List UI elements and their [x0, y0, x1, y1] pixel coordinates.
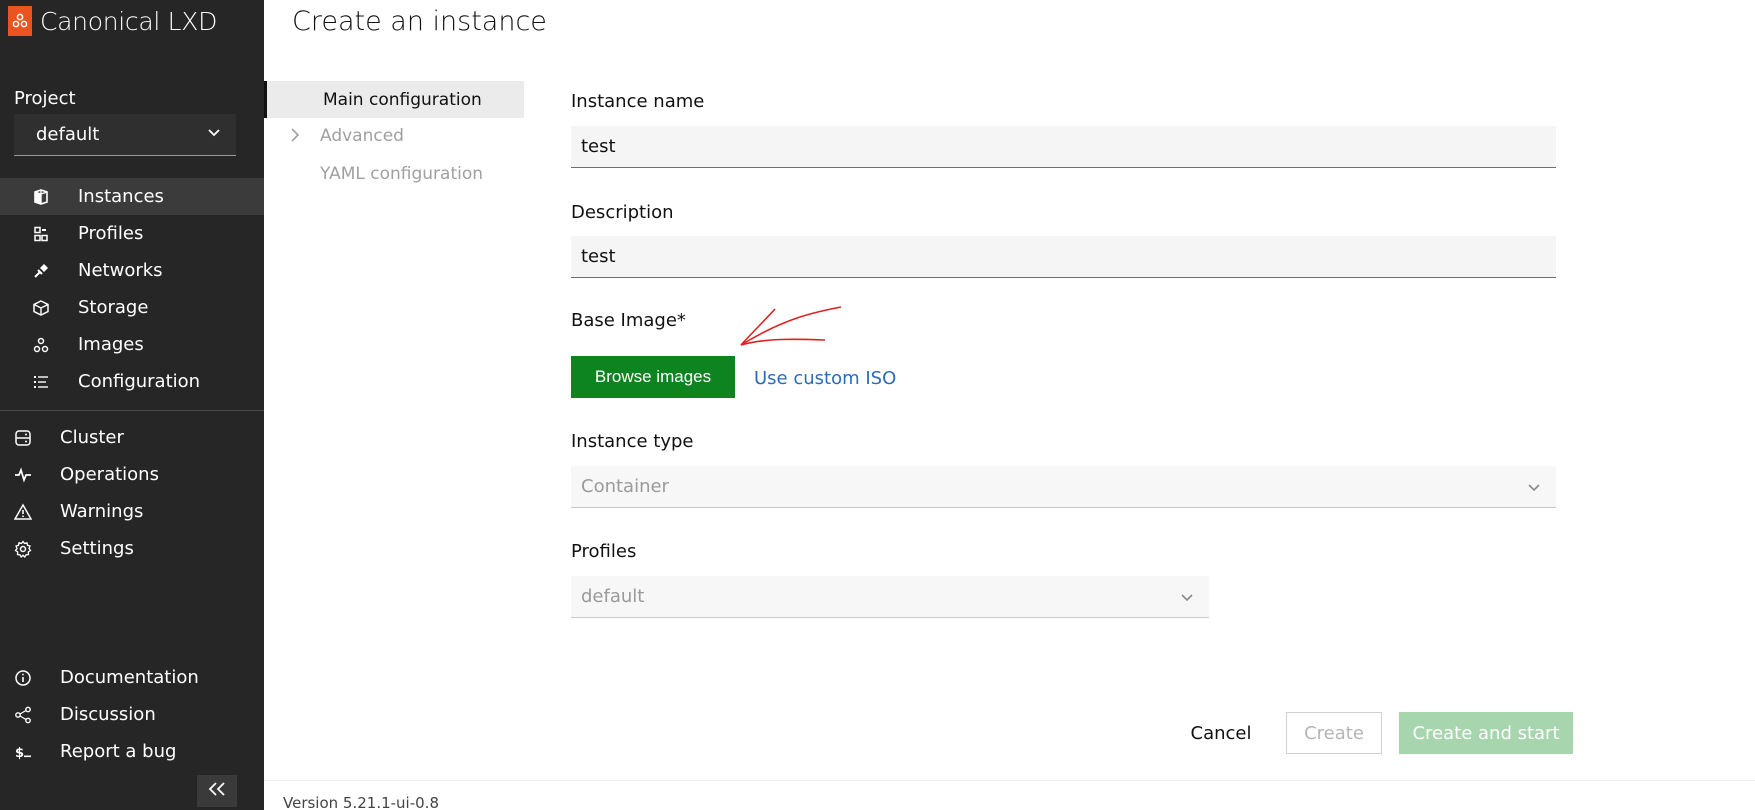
- description-label: Description: [571, 202, 674, 223]
- storage-icon: [31, 298, 51, 318]
- tab-main-configuration[interactable]: Main configuration: [264, 81, 524, 118]
- warning-icon: [13, 502, 33, 522]
- base-image-label: Base Image*: [571, 310, 686, 331]
- sidebar-item-discussion[interactable]: Discussion: [0, 696, 264, 733]
- sidebar-item-profiles[interactable]: Profiles: [0, 215, 264, 252]
- sidebar-item-cluster[interactable]: Cluster: [0, 419, 264, 456]
- instance-name-label: Instance name: [571, 91, 705, 112]
- tab-yaml-configuration[interactable]: YAML configuration: [320, 164, 483, 184]
- sidebar-item-label: Settings: [60, 538, 134, 559]
- configuration-icon: [31, 372, 51, 392]
- create-button[interactable]: Create: [1286, 712, 1382, 754]
- collapse-sidebar-button[interactable]: [197, 775, 237, 807]
- project-select-value: default: [36, 124, 100, 145]
- description-input[interactable]: test: [571, 236, 1556, 278]
- terminal-icon: $: [13, 742, 33, 762]
- sidebar-item-warnings[interactable]: Warnings: [0, 493, 264, 530]
- tab-advanced[interactable]: Advanced: [264, 118, 524, 155]
- sidebar-item-label: Warnings: [60, 501, 144, 522]
- sidebar-item-storage[interactable]: Storage: [0, 289, 264, 326]
- gear-icon: [13, 539, 33, 559]
- profiles-icon: [31, 224, 51, 244]
- sidebar-item-label: Documentation: [60, 667, 199, 688]
- footer-divider: [264, 780, 1755, 781]
- project-select[interactable]: default: [14, 114, 236, 156]
- info-icon: [13, 668, 33, 688]
- cluster-icon: [13, 428, 33, 448]
- instance-type-value: Container: [581, 476, 669, 497]
- sidebar-item-networks[interactable]: Networks: [0, 252, 264, 289]
- sidebar-item-operations[interactable]: Operations: [0, 456, 264, 493]
- app-logo[interactable]: Canonical LXD: [8, 6, 217, 36]
- operations-icon: [13, 465, 33, 485]
- sidebar: Canonical LXD Project default Instances …: [0, 0, 264, 810]
- svg-text:$: $: [15, 746, 24, 761]
- sidebar-item-settings[interactable]: Settings: [0, 530, 264, 567]
- sidebar-item-instances[interactable]: Instances: [0, 178, 264, 215]
- sidebar-item-label: Profiles: [78, 223, 144, 244]
- sidebar-divider: [0, 410, 264, 411]
- chevron-right-icon: [288, 127, 302, 148]
- use-custom-iso-link[interactable]: Use custom ISO: [754, 368, 896, 389]
- sidebar-item-label: Operations: [60, 464, 159, 485]
- cancel-button[interactable]: Cancel: [1183, 712, 1259, 754]
- sidebar-item-label: Storage: [78, 297, 149, 318]
- double-chevron-left-icon: [207, 781, 227, 801]
- instance-type-label: Instance type: [571, 431, 694, 452]
- images-icon: [31, 335, 51, 355]
- share-icon: [13, 705, 33, 725]
- profiles-value: default: [581, 586, 645, 607]
- project-label: Project: [14, 88, 76, 109]
- instance-name-input[interactable]: test: [571, 126, 1556, 168]
- sidebar-item-configuration[interactable]: Configuration: [0, 363, 264, 400]
- sidebar-item-label: Discussion: [60, 704, 156, 725]
- chevron-down-icon: [1179, 589, 1195, 610]
- browse-images-button[interactable]: Browse images: [571, 356, 735, 398]
- sidebar-item-images[interactable]: Images: [0, 326, 264, 363]
- page-title: Create an instance: [292, 6, 547, 37]
- tab-label: Main configuration: [323, 89, 482, 110]
- sidebar-item-label: Cluster: [60, 427, 124, 448]
- sidebar-item-label: Configuration: [78, 371, 201, 392]
- version-text: Version 5.21.1-ui-0.8: [283, 794, 439, 810]
- sidebar-item-label: Images: [78, 334, 144, 355]
- sidebar-item-documentation[interactable]: Documentation: [0, 659, 264, 696]
- sidebar-item-label: Report a bug: [60, 741, 177, 762]
- sidebar-item-report-bug[interactable]: $ Report a bug: [0, 733, 264, 770]
- instances-icon: [31, 187, 51, 207]
- chevron-down-icon: [206, 124, 222, 145]
- annotation-arrow: [740, 306, 842, 346]
- create-and-start-button[interactable]: Create and start: [1399, 712, 1573, 754]
- profiles-select[interactable]: default: [571, 576, 1209, 618]
- instance-type-select[interactable]: Container: [571, 466, 1556, 508]
- sidebar-item-label: Networks: [78, 260, 163, 281]
- app-title: Canonical LXD: [40, 6, 218, 36]
- tab-label: Advanced: [320, 126, 404, 146]
- sidebar-item-label: Instances: [78, 186, 164, 207]
- networks-icon: [31, 261, 51, 281]
- chevron-down-icon: [1526, 479, 1542, 500]
- profiles-label: Profiles: [571, 541, 637, 562]
- lxd-logo-icon: [8, 6, 32, 36]
